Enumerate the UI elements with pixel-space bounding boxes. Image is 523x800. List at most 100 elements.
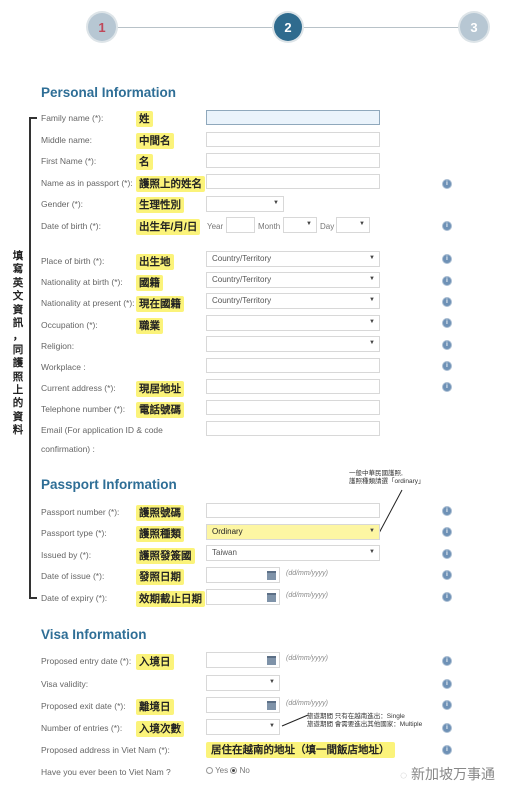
workplace-label: Workplace :: [41, 362, 86, 372]
step-1[interactable]: 1: [88, 13, 116, 41]
nationality-present-hint: 現在國籍: [136, 296, 184, 312]
info-icon[interactable]: i: [442, 318, 452, 328]
religion-select[interactable]: ▼: [206, 336, 380, 352]
dob-hint: 出生年/月/日: [136, 219, 201, 235]
chevron-down-icon: ▼: [269, 679, 275, 685]
entry-date-input[interactable]: [206, 652, 280, 668]
entries-annotation-line: [281, 714, 309, 727]
issued-by-select[interactable]: Taiwan ▼: [206, 545, 380, 561]
info-icon[interactable]: i: [442, 254, 452, 264]
entries-annotation: 旅遊期間 只有在越南進出：Single 旅遊期間 會需要進出其他國家：Multip…: [307, 713, 423, 728]
info-icon[interactable]: i: [442, 592, 452, 602]
chevron-down-icon: ▼: [306, 221, 312, 227]
info-icon[interactable]: i: [442, 340, 452, 350]
place-of-birth-hint: 出生地: [136, 254, 174, 270]
dob-day-select[interactable]: ▼: [336, 217, 370, 233]
radio-no[interactable]: [230, 767, 238, 775]
info-icon[interactable]: i: [442, 276, 452, 286]
calendar-icon[interactable]: [267, 593, 276, 602]
telephone-input[interactable]: [206, 400, 380, 415]
chevron-down-icon: ▼: [369, 276, 375, 282]
info-icon[interactable]: i: [442, 679, 452, 689]
email-input[interactable]: [206, 421, 380, 436]
passport-number-hint: 護照號碼: [136, 505, 184, 521]
issued-by-label: Issued by (*):: [41, 550, 92, 560]
info-icon[interactable]: i: [442, 723, 452, 733]
passport-number-input[interactable]: [206, 503, 380, 518]
info-icon[interactable]: i: [442, 382, 452, 392]
passport-name-hint: 護照上的姓名: [136, 176, 205, 192]
exit-date-input[interactable]: [206, 697, 280, 713]
date-format-hint: (dd/mm/yyyy): [286, 700, 328, 707]
radio-yes[interactable]: [206, 767, 213, 775]
occupation-label: Occupation (*):: [41, 320, 98, 330]
issued-by-hint: 護照發簽國: [136, 548, 195, 564]
nationality-present-select[interactable]: Country/Territory ▼: [206, 293, 380, 309]
occupation-select[interactable]: ▼: [206, 315, 380, 331]
first-name-input[interactable]: [206, 153, 380, 168]
date-of-expiry-input[interactable]: [206, 589, 280, 605]
passport-name-input[interactable]: [206, 174, 380, 189]
info-icon[interactable]: i: [442, 527, 452, 537]
entry-date-label: Proposed entry date (*):: [41, 656, 132, 666]
dob-year-input[interactable]: [226, 217, 255, 233]
info-icon[interactable]: i: [442, 179, 452, 189]
visa-info-title: Visa Information: [41, 627, 147, 642]
chevron-down-icon: ▼: [269, 723, 275, 729]
info-icon[interactable]: i: [442, 221, 452, 231]
info-icon[interactable]: i: [442, 297, 452, 307]
middle-name-input[interactable]: [206, 132, 380, 147]
info-icon[interactable]: i: [442, 361, 452, 371]
radio-yes-label: Yes: [215, 766, 229, 775]
family-name-label: Family name (*):: [41, 113, 104, 123]
chevron-down-icon: ▼: [273, 200, 279, 206]
occupation-hint: 職業: [136, 318, 163, 334]
entries-select[interactable]: ▼: [206, 719, 280, 735]
info-icon[interactable]: i: [442, 549, 452, 559]
wechat-icon: ◌: [400, 768, 408, 782]
religion-label: Religion:: [41, 341, 75, 351]
exit-date-hint: 離境日: [136, 699, 174, 715]
nationality-birth-label: Nationality at birth (*):: [41, 277, 123, 287]
dob-year-label: Year: [207, 222, 224, 231]
entries-hint: 入境次數: [136, 721, 184, 737]
info-icon[interactable]: i: [442, 700, 452, 710]
calendar-icon[interactable]: [267, 571, 276, 580]
info-icon[interactable]: i: [442, 570, 452, 580]
nationality-birth-select[interactable]: Country/Territory ▼: [206, 272, 380, 288]
passport-type-select[interactable]: Ordinary ▼: [206, 524, 380, 540]
annotation-bracket: [29, 117, 31, 599]
email-label: Email (For application ID & code confirma…: [41, 425, 163, 454]
dob-month-select[interactable]: ▼: [283, 217, 317, 233]
passport-name-label: Name as in passport (*):: [41, 178, 133, 188]
family-name-hint: 姓: [136, 111, 153, 127]
date-format-hint: (dd/mm/yyyy): [286, 570, 328, 577]
telephone-hint: 電話號碼: [136, 402, 184, 418]
family-name-input[interactable]: [206, 110, 380, 125]
date-of-expiry-hint: 效期截止日期: [136, 591, 205, 607]
telephone-label: Telephone number (*):: [41, 404, 126, 414]
workplace-input[interactable]: [206, 358, 380, 373]
calendar-icon[interactable]: [267, 701, 276, 710]
middle-name-label: Middle name:: [41, 135, 93, 145]
step-3[interactable]: 3: [460, 13, 488, 41]
passport-type-annotation: 一般中華民國護照, 護照種類請選「ordinary」: [349, 470, 425, 485]
info-icon[interactable]: i: [442, 506, 452, 516]
step-2-current[interactable]: 2: [274, 13, 302, 41]
date-of-issue-input[interactable]: [206, 567, 280, 583]
gender-label: Gender (*):: [41, 199, 84, 209]
passport-type-label: Passport type (*):: [41, 528, 107, 538]
been-vn-radio-group: Yes No: [206, 766, 250, 775]
info-icon[interactable]: i: [442, 656, 452, 666]
visa-validity-select[interactable]: ▼: [206, 675, 280, 691]
dob-day-label: Day: [320, 222, 335, 231]
current-address-input[interactable]: [206, 379, 380, 394]
gender-select[interactable]: ▼: [206, 196, 284, 212]
info-icon[interactable]: i: [442, 745, 452, 755]
date-of-issue-hint: 發照日期: [136, 569, 184, 585]
place-of-birth-select[interactable]: Country/Territory ▼: [206, 251, 380, 267]
exit-date-label: Proposed exit date (*):: [41, 701, 126, 711]
date-of-expiry-label: Date of expiry (*):: [41, 593, 108, 603]
calendar-icon[interactable]: [267, 656, 276, 665]
passport-number-label: Passport number (*):: [41, 507, 120, 517]
